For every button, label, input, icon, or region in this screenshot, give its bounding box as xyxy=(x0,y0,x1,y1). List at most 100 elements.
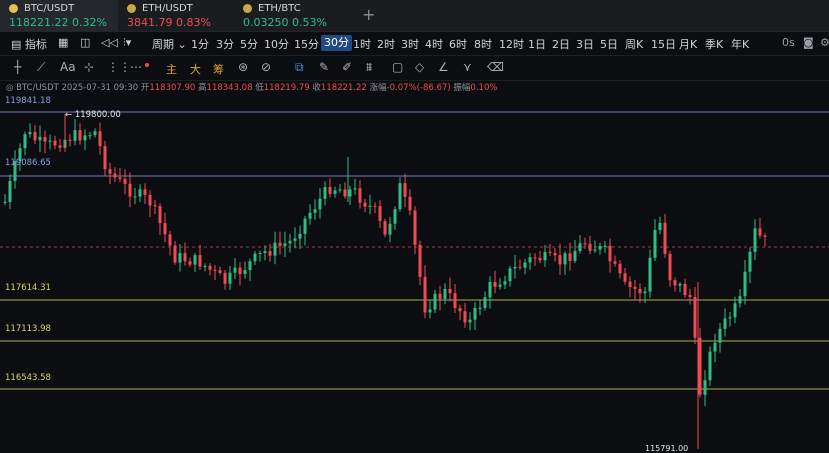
bars-pattern-icon[interactable]: ⋮⋮ xyxy=(107,60,131,74)
delete-icon[interactable]: ⌫ xyxy=(487,60,504,74)
candle-body xyxy=(343,189,347,197)
candle-body xyxy=(43,136,47,142)
candle-body xyxy=(358,188,362,203)
measure-icon[interactable]: ⊹ xyxy=(84,60,94,74)
tab-eth-usdt[interactable]: ETH/USDT 3841.79 0.83% xyxy=(118,0,236,31)
large-order-button[interactable]: 大 xyxy=(190,61,201,77)
text-tool-icon[interactable]: Aa xyxy=(60,60,76,74)
candle-body xyxy=(558,255,562,265)
chart-type-button[interactable]: ⫶▾ xyxy=(123,36,131,50)
cursor-icon[interactable]: ┼ xyxy=(14,60,21,74)
interval-10m[interactable]: 10分 xyxy=(264,36,289,52)
candle-body xyxy=(433,293,437,310)
trendline-icon[interactable]: ⟋ xyxy=(37,60,45,75)
candle-body xyxy=(753,228,757,252)
lock-icon[interactable]: ▢ xyxy=(392,60,403,74)
hide-drawings-icon[interactable]: ⊘ xyxy=(261,60,271,74)
candle-body xyxy=(548,252,552,254)
interval-5d[interactable]: 5日 xyxy=(600,36,618,52)
layout-icon[interactable]: ◫ xyxy=(80,36,90,49)
candle-body xyxy=(438,293,442,299)
candle-body xyxy=(553,253,557,256)
add-tab-button[interactable]: + xyxy=(362,5,375,24)
candle-body xyxy=(243,270,247,275)
magnet-icon[interactable]: ⊛ xyxy=(238,60,248,74)
candle-body xyxy=(763,235,767,237)
candle-body xyxy=(423,276,427,313)
candle-body xyxy=(268,251,272,256)
fib-icon[interactable]: ⋎ xyxy=(463,60,472,74)
tab-symbol: BTC/USDT xyxy=(24,3,75,14)
candle-body xyxy=(408,196,412,211)
interval-15m[interactable]: 15分 xyxy=(294,36,319,52)
interval-30m[interactable]: 30分 xyxy=(321,35,352,51)
interval-3d[interactable]: 3日 xyxy=(576,36,594,52)
candle-body xyxy=(493,281,497,287)
pen-icon[interactable]: ✎ xyxy=(319,60,329,74)
candle-body xyxy=(323,186,327,199)
chip-distribution-button[interactable]: 筹 xyxy=(213,61,224,77)
interval-12h[interactable]: 12时 xyxy=(499,36,524,52)
candle-body xyxy=(143,189,147,196)
notification-dot xyxy=(145,63,149,67)
interval-week[interactable]: 周K xyxy=(625,36,643,52)
level-label: 119086.65 xyxy=(5,158,51,168)
candle-body xyxy=(283,243,287,246)
candle-body xyxy=(543,252,547,261)
interval-8h[interactable]: 8时 xyxy=(474,36,492,52)
settings-icon[interactable]: ⚙ xyxy=(820,36,829,49)
sync-drawings-icon[interactable]: ⧉ xyxy=(295,60,304,75)
candle-body xyxy=(593,249,597,251)
level-label: 117113.98 xyxy=(5,324,51,334)
interval-1h[interactable]: 1时 xyxy=(353,36,371,52)
interval-15d[interactable]: 15日 xyxy=(651,36,676,52)
tab-eth-btc[interactable]: ETH/BTC 0.03250 0.53% xyxy=(234,0,352,31)
candle-body xyxy=(213,269,217,271)
candle-body xyxy=(758,228,762,236)
eraser-icon[interactable]: ◇ xyxy=(415,60,424,74)
candle-body xyxy=(273,242,277,256)
candle-body xyxy=(178,253,182,263)
interval-1d[interactable]: 1日 xyxy=(528,36,546,52)
candle-body xyxy=(183,253,187,262)
pattern-icon[interactable]: ⩩ xyxy=(366,60,372,75)
interval-6h[interactable]: 6时 xyxy=(449,36,467,52)
interval-3m[interactable]: 3分 xyxy=(216,36,234,52)
replay-icon[interactable]: ◁◁ xyxy=(101,36,118,49)
more-tools-icon[interactable]: ⋯ xyxy=(130,60,142,74)
tab-change: 0.53% xyxy=(292,16,327,29)
candle-body xyxy=(418,244,422,277)
candle-body xyxy=(678,283,682,286)
candle-body xyxy=(318,198,322,210)
period-dropdown[interactable]: 周期 ⌄ xyxy=(152,36,187,52)
candle-body xyxy=(583,243,587,245)
indicator-button[interactable]: ▤ 指标 xyxy=(11,36,47,52)
interval-3h[interactable]: 3时 xyxy=(401,36,419,52)
interval-quarter[interactable]: 季K xyxy=(705,36,723,52)
interval-4h[interactable]: 4时 xyxy=(425,36,443,52)
candlestick-chart[interactable] xyxy=(0,92,829,449)
candle-body xyxy=(428,309,432,313)
main-indicator-button[interactable]: 主 xyxy=(166,61,177,77)
brush-icon[interactable]: ✐ xyxy=(342,60,352,74)
candle-body xyxy=(668,253,672,281)
candle-body xyxy=(528,257,532,263)
countdown-label: 0s xyxy=(782,36,795,49)
tab-btc-usdt[interactable]: BTC/USDT 118221.22 0.32% xyxy=(0,0,118,31)
interval-2h[interactable]: 2时 xyxy=(377,36,395,52)
candle-body xyxy=(503,281,507,285)
interval-2d[interactable]: 2日 xyxy=(552,36,570,52)
candle-body xyxy=(93,131,97,136)
camera-icon[interactable]: ◙ xyxy=(803,36,814,49)
interval-5m[interactable]: 5分 xyxy=(240,36,258,52)
interval-year[interactable]: 年K xyxy=(731,36,749,52)
interval-1m[interactable]: 1分 xyxy=(191,36,209,52)
candle-body xyxy=(673,280,677,286)
angle-icon[interactable]: ∠ xyxy=(438,60,449,74)
candle-body xyxy=(188,261,192,265)
calendar-icon[interactable]: ▦ xyxy=(58,36,68,49)
candle-body xyxy=(633,287,637,289)
interval-month[interactable]: 月K xyxy=(679,36,697,52)
candle-body xyxy=(33,132,37,141)
candle-body xyxy=(448,288,452,294)
